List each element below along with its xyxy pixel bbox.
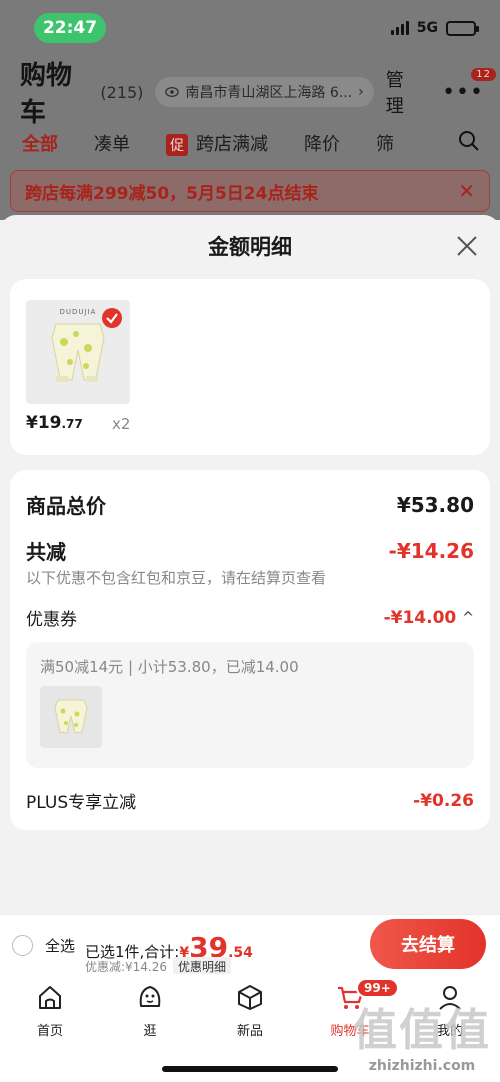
search-icon[interactable] (458, 130, 480, 157)
status-bar: 22:47 5G (0, 0, 500, 60)
product-pants-image (54, 699, 88, 734)
tab-all[interactable]: 全部 (22, 130, 58, 156)
tab-price-drop[interactable]: 降价 (304, 130, 340, 156)
coupon-label: 优惠券 (26, 610, 77, 630)
cart-count: (215) (100, 82, 144, 102)
discount-row: 共减 -¥14.26 (26, 536, 474, 565)
select-all-radio[interactable] (12, 935, 33, 956)
coupon-detail-box: 满50减14元 | 小计53.80，已减14.00 (26, 642, 474, 768)
battery-icon (446, 20, 479, 36)
bottom-tab-bar: 首页 逛 新品 99+ 购物车 我的 值值值 zhizhizhi.com (0, 974, 500, 1082)
total-label: 商品总价 (26, 494, 106, 518)
coupon-product-thumbnail[interactable] (40, 686, 102, 748)
total-decimal: .54 (228, 945, 253, 961)
plus-value: -¥0.26 (413, 790, 474, 811)
amount-detail-sheet: 金额明细 DUDUJIA ¥19.77 x2 商品总价 ¥53.80 共减 -¥… (0, 215, 500, 915)
tab-explore-label: 逛 (143, 1024, 157, 1039)
home-icon (39, 986, 61, 1009)
coupon-value: -¥14.00 (383, 607, 457, 628)
product-thumbnail[interactable]: DUDUJIA (26, 300, 130, 404)
tab-home[interactable]: 首页 (10, 982, 90, 1039)
chevron-right-icon: › (358, 84, 364, 100)
network-label: 5G (416, 20, 438, 36)
plus-label: PLUS专享立减 (26, 793, 137, 813)
address-text: 南昌市青山湖区上海路 6... (185, 85, 353, 101)
tab-home-label: 首页 (36, 1024, 63, 1039)
filter-tabs: 全部 凑单 促跨店满减 降价 筛 (22, 128, 480, 158)
eye-icon (165, 87, 180, 97)
coupon-row[interactable]: 优惠券 -¥14.00 ^ (26, 605, 474, 631)
checkout-button[interactable]: 去结算 (370, 919, 486, 969)
watermark-url: zhizhizhi.com (368, 1058, 476, 1074)
item-quantity: x2 (112, 415, 131, 433)
signal-icon (390, 21, 409, 35)
promo-tag: 促 (166, 134, 188, 156)
discount-value: -¥14.26 (388, 538, 474, 563)
tab-filter[interactable]: 筛 (376, 130, 394, 156)
address-selector[interactable]: 南昌市青山湖区上海路 6... › (155, 77, 374, 107)
tab-cross-store[interactable]: 促跨店满减 (166, 130, 268, 156)
home-indicator (162, 1066, 338, 1072)
watermark: 值值值 zhizhizhi.com (352, 994, 492, 1074)
select-all-label[interactable]: 全选 (45, 935, 75, 956)
close-icon[interactable] (454, 233, 480, 259)
tab-new[interactable]: 新品 (210, 982, 290, 1039)
sheet-title: 金额明细 (208, 235, 292, 259)
close-banner-icon[interactable]: ✕ (458, 179, 475, 203)
more-button[interactable]: ••• 12 (442, 67, 497, 105)
message-badge: 12 (471, 67, 497, 81)
checkout-bar: 全选 已选1件,合计:¥39.54 优惠减:¥14.26 优惠明细 去结算 (0, 914, 500, 976)
watermark-logo: 值值值 (353, 1005, 491, 1056)
manage-button[interactable]: 管理 (386, 66, 420, 118)
status-time: 22:47 (34, 13, 106, 43)
checked-icon (102, 308, 122, 328)
cart-page-background: 购物车 (215) 南昌市青山湖区上海路 6... › 管理 ••• 12 全部 … (0, 60, 500, 220)
coupon-detail-text: 满50减14元 | 小计53.80，已减14.00 (40, 658, 299, 676)
price-breakdown-card: 商品总价 ¥53.80 共减 -¥14.26 以下优惠不包含红包和京豆，请在结算… (10, 470, 490, 830)
page-title: 购物车 (20, 61, 73, 128)
discount-amount: 优惠减:¥14.26 (85, 960, 168, 974)
cart-header: 购物车 (215) 南昌市青山湖区上海路 6... › 管理 ••• 12 (20, 61, 497, 128)
tab-explore[interactable]: 逛 (110, 982, 190, 1039)
promo-banner: 跨店每满299减50，5月5日24点结束 ✕ (10, 170, 490, 212)
total-value: ¥53.80 (396, 492, 474, 517)
status-indicators: 5G (390, 20, 479, 36)
discount-note-row: 以下优惠不包含红包和京豆，请在结算页查看 (26, 567, 474, 588)
plus-row: PLUS专享立减 -¥0.26 (26, 788, 474, 814)
face-icon (139, 986, 161, 1007)
banner-text: 跨店每满299减50，5月5日24点结束 (25, 183, 319, 204)
selected-items-card: DUDUJIA ¥19.77 x2 (10, 279, 490, 455)
discount-label: 共减 (26, 540, 66, 564)
discount-note: 以下优惠不包含红包和京豆，请在结算页查看 (26, 569, 327, 587)
tab-bundle[interactable]: 凑单 (94, 130, 130, 156)
cube-icon (238, 985, 262, 1010)
tab-new-label: 新品 (236, 1024, 263, 1039)
total-row: 商品总价 ¥53.80 (26, 490, 474, 519)
item-price: ¥19.77 (26, 413, 83, 433)
chevron-up-icon[interactable]: ^ (462, 610, 474, 626)
